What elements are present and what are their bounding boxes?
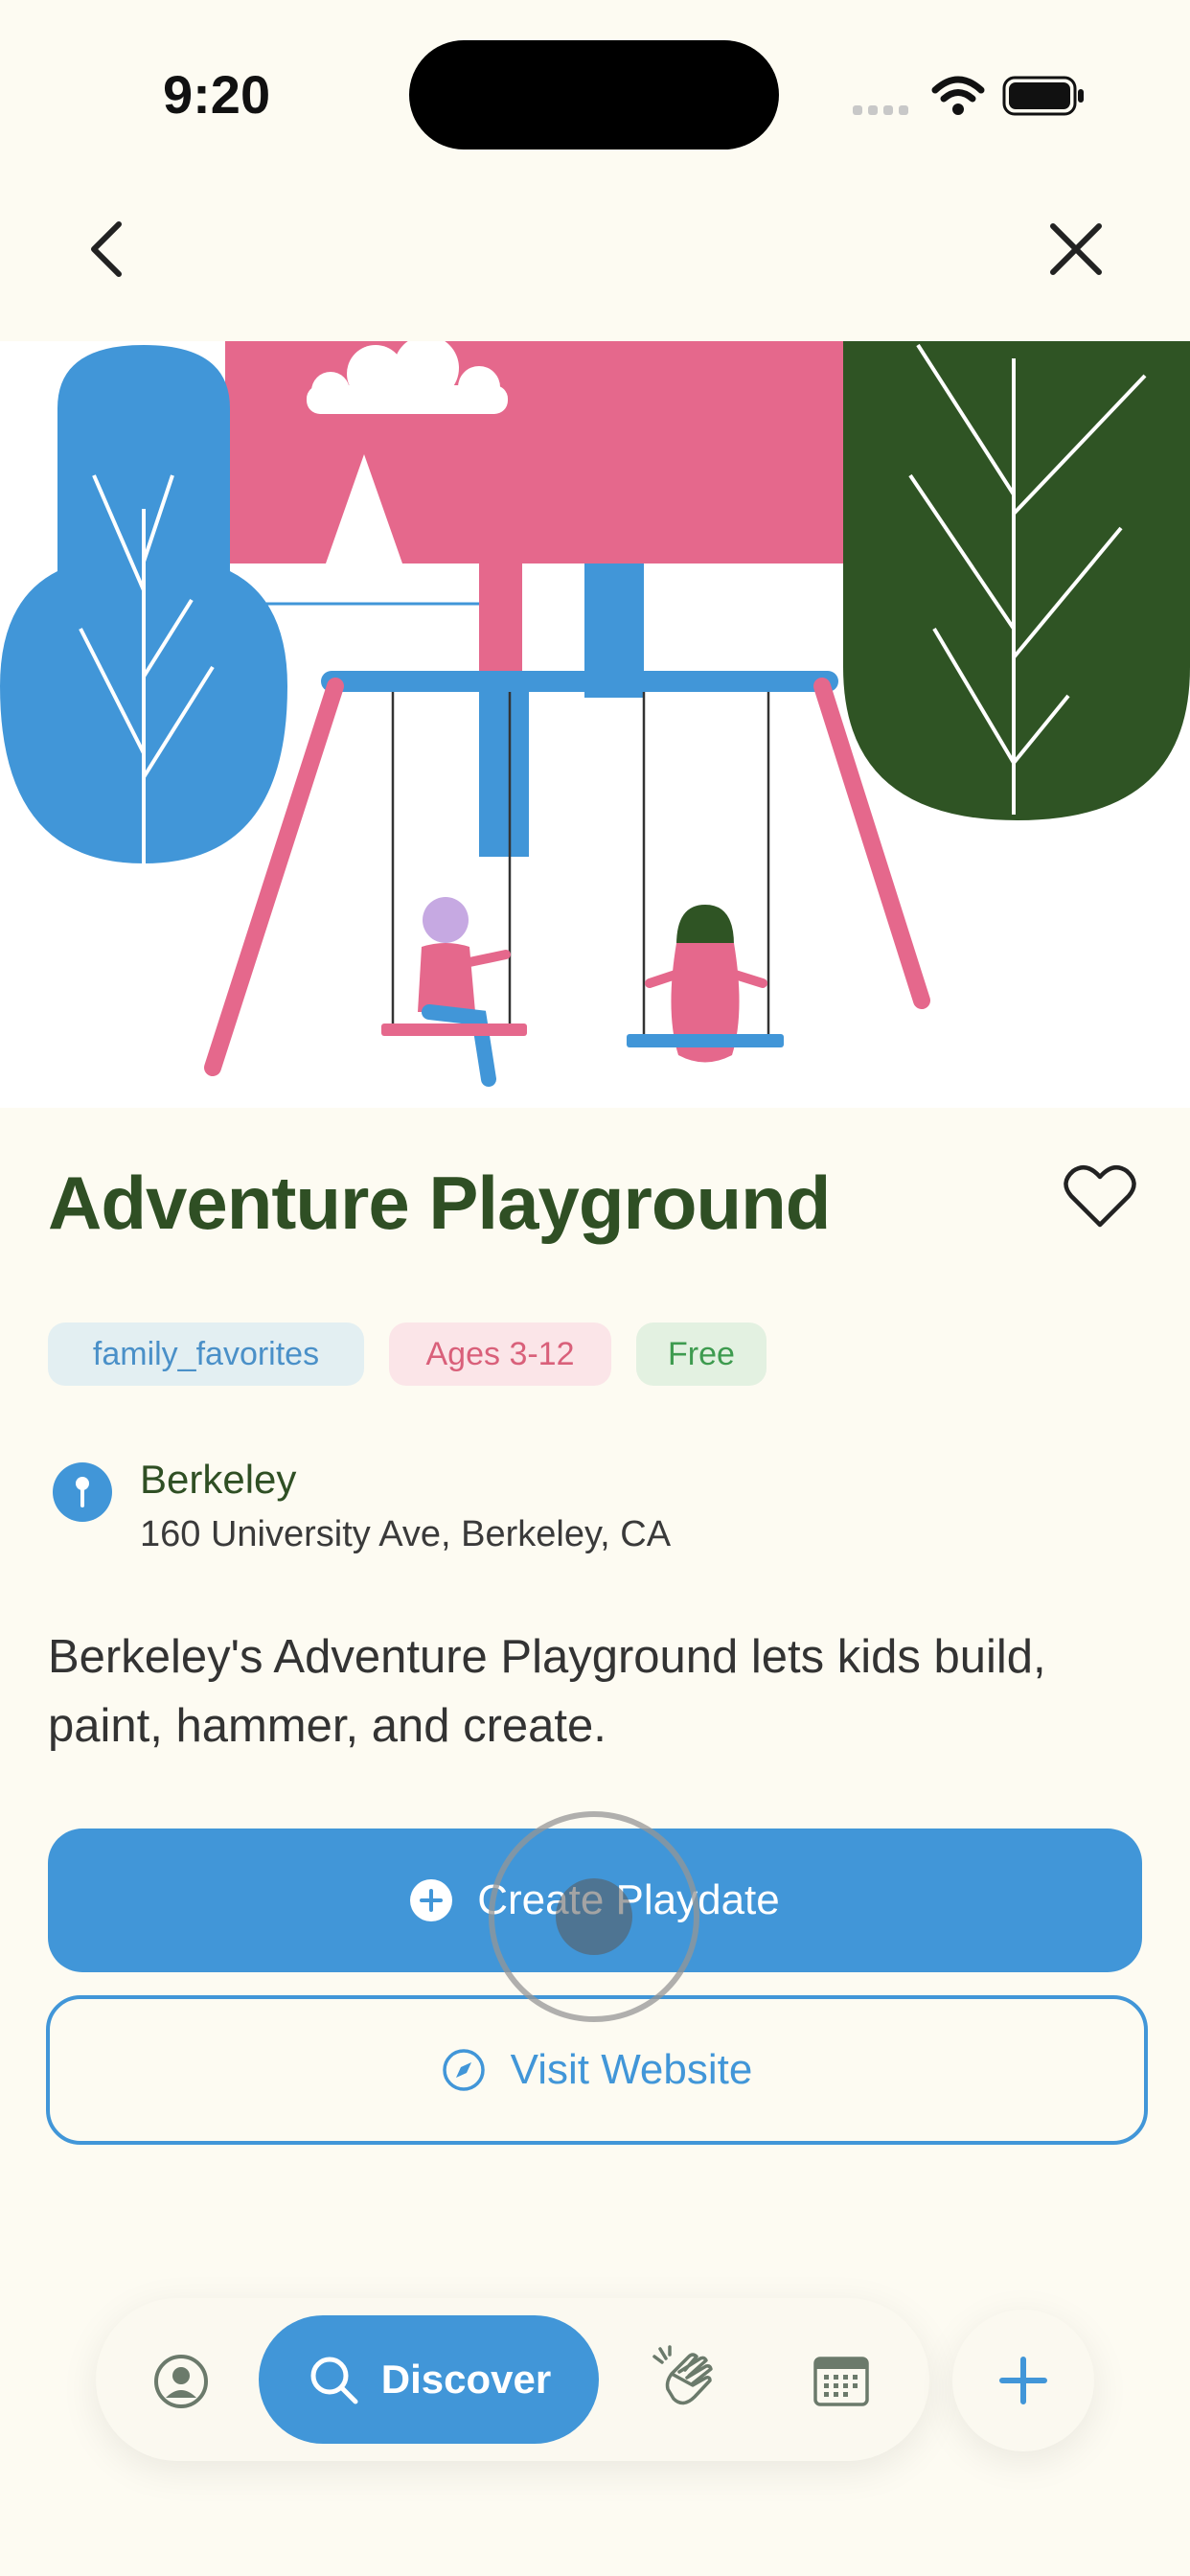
dynamic-island (409, 40, 779, 150)
hero-illustration (0, 341, 1190, 1108)
favorite-button[interactable] (1058, 1154, 1142, 1238)
location-address: 160 University Ave, Berkeley, CA (140, 1514, 672, 1554)
add-button[interactable] (952, 2310, 1094, 2451)
tab-calendar[interactable] (805, 2344, 878, 2417)
tab-discover[interactable]: Discover (259, 2315, 599, 2444)
back-button[interactable] (65, 206, 151, 292)
profile-icon (154, 2355, 208, 2408)
close-button[interactable] (1033, 206, 1119, 292)
close-icon (1050, 223, 1102, 275)
plus-circle-icon (410, 1879, 453, 1921)
location-pin-icon (52, 1461, 113, 1528)
location-name: Berkeley (140, 1457, 297, 1502)
clapping-hands-icon (652, 2345, 713, 2405)
tag-ages: Ages 3-12 (389, 1322, 611, 1386)
place-title: Adventure Playground (48, 1161, 831, 1245)
search-icon (310, 2357, 358, 2404)
tab-discover-label: Discover (380, 2357, 552, 2402)
status-time: 9:20 (163, 64, 271, 125)
battery-icon (1002, 75, 1087, 122)
touch-indicator-dot (556, 1878, 632, 1955)
heart-icon (1064, 1164, 1136, 1228)
tag-category: family_favorites (48, 1322, 364, 1386)
place-description: Berkeley's Adventure Playground lets kid… (48, 1631, 1046, 1752)
tab-profile[interactable] (148, 2348, 215, 2415)
calendar-icon (813, 2357, 869, 2406)
cellular-signal-icon (851, 92, 912, 131)
chevron-left-icon (91, 221, 122, 277)
wifi-icon (931, 75, 985, 122)
tab-playdates[interactable] (648, 2340, 728, 2421)
tag-price: Free (636, 1322, 767, 1386)
compass-icon (442, 2049, 485, 2091)
plus-icon (999, 2357, 1047, 2404)
visit-website-label: Visit Website (510, 2046, 753, 2093)
